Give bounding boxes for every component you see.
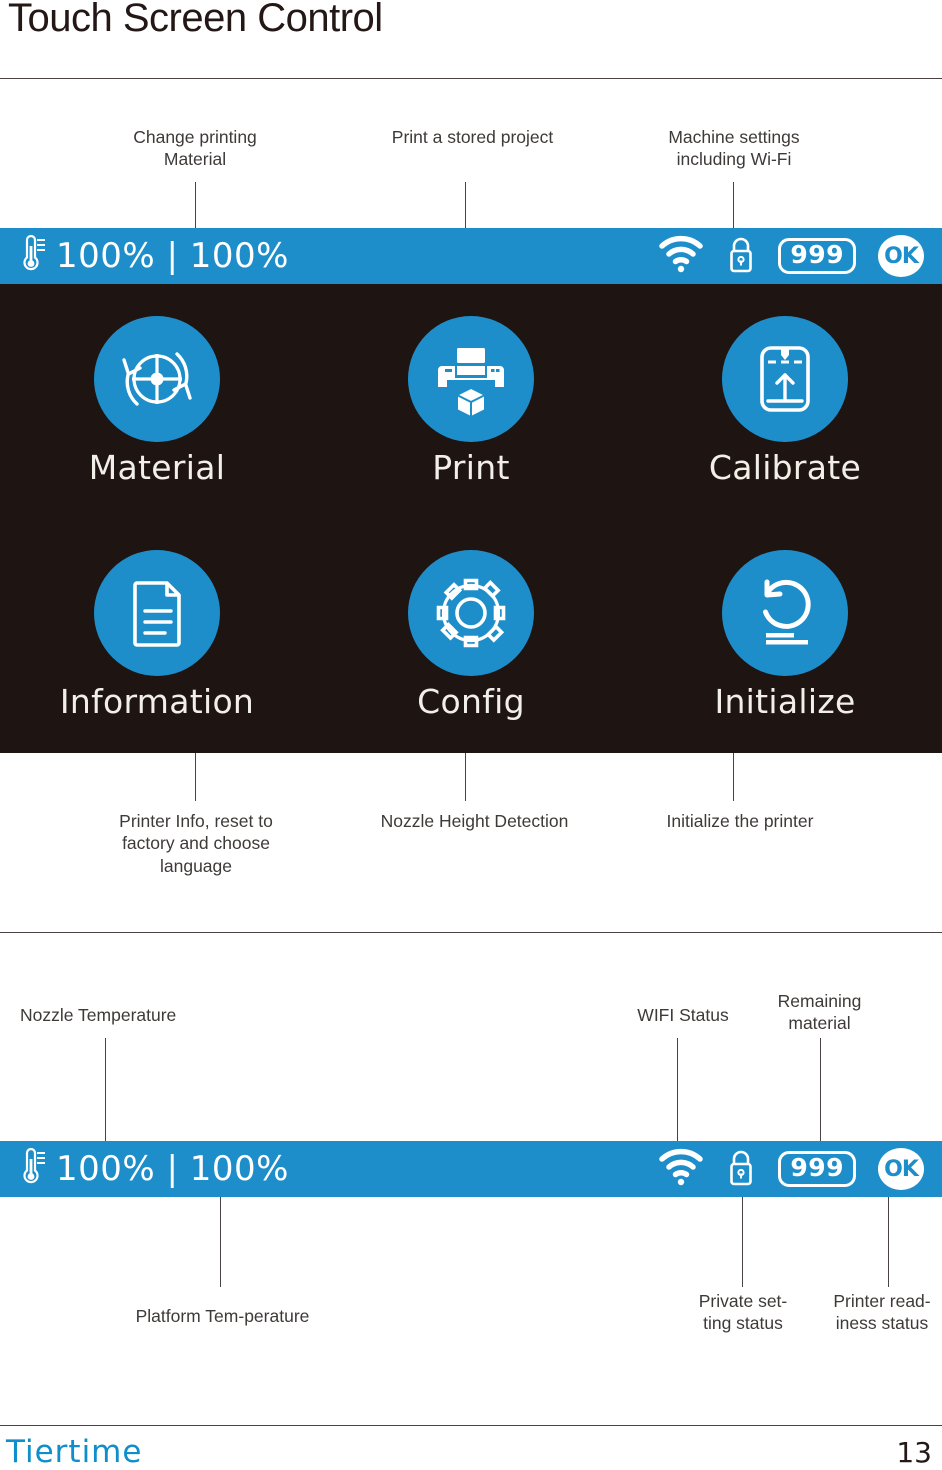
annotation-private-setting: Private set-ting status xyxy=(698,1291,788,1334)
annotation-calibrate: Machine settings including Wi-Fi xyxy=(668,127,800,170)
printer-cube-icon xyxy=(408,315,534,442)
status-bar-detail: 100% | 100% 999 OK xyxy=(0,1141,942,1197)
remaining-material-badge-detail: 999 xyxy=(778,1151,856,1187)
page-number: 13 xyxy=(896,1436,932,1469)
gear-icon xyxy=(408,550,534,677)
leader-line-readiness xyxy=(888,1197,889,1287)
leader-line-platform-temp xyxy=(220,1197,221,1287)
status-bar-detail-left: 100% | 100% xyxy=(16,1147,289,1192)
annotation-print: Print a stored project xyxy=(391,127,554,147)
material-rotate-icon xyxy=(94,315,220,442)
reset-arrow-icon xyxy=(722,550,848,677)
annotation-printer-readiness: Printer read-iness status xyxy=(833,1291,931,1334)
leader-line-settings xyxy=(733,182,734,228)
leader-line-print xyxy=(465,182,466,228)
temperature-readout: 100% | 100% xyxy=(56,236,289,276)
status-bar-detail-right: 999 OK xyxy=(658,1141,924,1197)
temperature-readout-detail: 100% | 100% xyxy=(56,1149,289,1189)
menu-item-initialize[interactable]: Initialize xyxy=(628,519,942,754)
status-bar-right-group: 999 OK xyxy=(658,228,924,284)
divider-bottom xyxy=(0,1425,942,1426)
main-menu-grid: Material Print Calibrate Information Con… xyxy=(0,284,942,753)
menu-item-material[interactable]: Material xyxy=(0,284,314,519)
leader-line-wifi xyxy=(677,1038,678,1141)
leader-line-initialize xyxy=(733,753,734,801)
annotation-information: Printer Info, reset to factory and choos… xyxy=(119,811,273,876)
printer-ready-badge-detail: OK xyxy=(878,1148,924,1190)
leader-line-material xyxy=(195,182,196,228)
divider-top xyxy=(0,78,942,79)
wifi-icon xyxy=(658,235,704,278)
menu-label-config: Config xyxy=(417,682,525,722)
page-title: Touch Screen Control xyxy=(8,0,383,40)
status-bar: 100% | 100% 999 OK xyxy=(0,228,942,284)
divider-middle xyxy=(0,932,942,933)
leader-line-config xyxy=(465,753,466,801)
menu-item-information[interactable]: Information xyxy=(0,519,314,754)
annotation-wifi-status: WIFI Status xyxy=(637,1005,729,1025)
calibrate-nozzle-icon xyxy=(722,315,848,442)
annotation-nozzle-height: Nozzle Height Detection xyxy=(380,811,569,831)
menu-label-material: Material xyxy=(88,447,226,487)
menu-label-calibrate: Calibrate xyxy=(708,447,862,487)
touch-screen-main-menu: 100% | 100% 999 OK Material Print Calibr… xyxy=(0,228,942,753)
annotation-material: Change printing Material xyxy=(133,127,257,170)
annotation-platform-temperature: Platform Tem-perature xyxy=(135,1306,310,1326)
leader-line-private-setting xyxy=(742,1197,743,1287)
menu-label-initialize: Initialize xyxy=(714,682,856,722)
document-lines-icon xyxy=(94,550,220,677)
thermometer-icon xyxy=(16,234,46,279)
lock-icon xyxy=(726,1147,756,1192)
lock-icon xyxy=(726,234,756,279)
thermometer-icon xyxy=(16,1147,46,1192)
menu-item-calibrate[interactable]: Calibrate xyxy=(628,284,942,519)
annotation-initialize: Initialize the printer xyxy=(666,811,814,831)
wifi-icon xyxy=(658,1148,704,1191)
menu-item-config[interactable]: Config xyxy=(314,519,628,754)
annotation-nozzle-temperature: Nozzle Temperature xyxy=(20,1005,177,1025)
leader-line-information xyxy=(195,753,196,801)
annotation-remaining-material: Remaining material xyxy=(777,991,862,1034)
printer-ready-badge: OK xyxy=(878,235,924,277)
remaining-material-badge: 999 xyxy=(778,238,856,274)
leader-line-nozzle-temp xyxy=(105,1038,106,1141)
tiertime-logo: Tiertime xyxy=(6,1434,143,1470)
menu-item-print[interactable]: Print xyxy=(314,284,628,519)
leader-line-material xyxy=(820,1038,821,1141)
status-bar-left-group: 100% | 100% xyxy=(16,234,289,279)
menu-label-information: Information xyxy=(59,682,255,722)
menu-label-print: Print xyxy=(432,447,510,487)
